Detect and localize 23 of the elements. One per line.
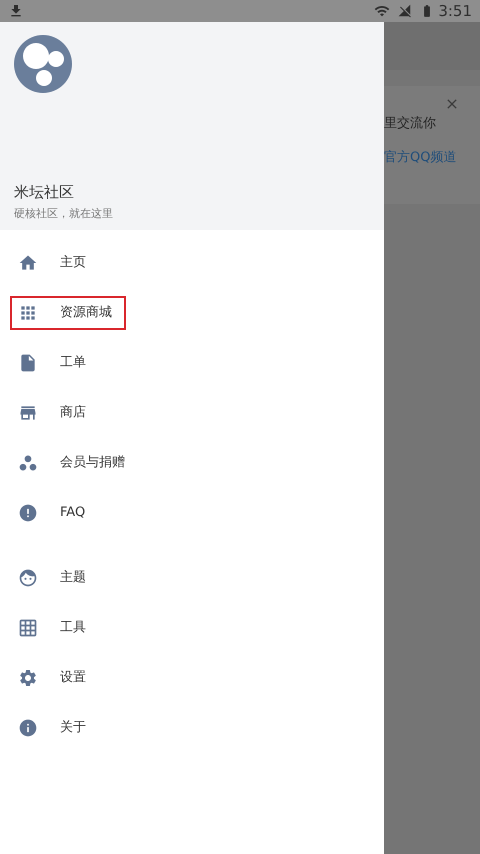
- community-name: 米坛社区: [14, 182, 75, 203]
- grid-icon: [18, 618, 38, 638]
- menu-item[interactable]: 工单: [10, 346, 100, 380]
- menu-item[interactable]: 商店: [10, 396, 100, 430]
- notice-text: 里交流你: [384, 115, 437, 133]
- signal-icon: [398, 4, 412, 18]
- wifi-icon: [374, 3, 390, 19]
- clock: 3:51: [438, 0, 472, 22]
- settings-icon: [18, 668, 38, 688]
- exclamation-icon: [18, 503, 38, 523]
- menu-item[interactable]: 设置: [10, 661, 100, 695]
- menu-item[interactable]: 主页: [10, 246, 100, 280]
- menu-item[interactable]: FAQ: [10, 496, 100, 530]
- info-icon: [18, 718, 38, 738]
- menu-item[interactable]: 资源商城: [10, 296, 126, 330]
- face-icon: [18, 568, 38, 588]
- logo-icon: [14, 35, 72, 93]
- circles-icon: [18, 453, 38, 473]
- menu-item[interactable]: 主题: [10, 561, 100, 595]
- menu-item[interactable]: 工具: [10, 611, 100, 645]
- menu-item[interactable]: 会员与捐赠: [10, 446, 139, 480]
- community-slogan: 硬核社区，就在这里: [14, 206, 114, 222]
- menu-item[interactable]: 关于: [10, 711, 100, 745]
